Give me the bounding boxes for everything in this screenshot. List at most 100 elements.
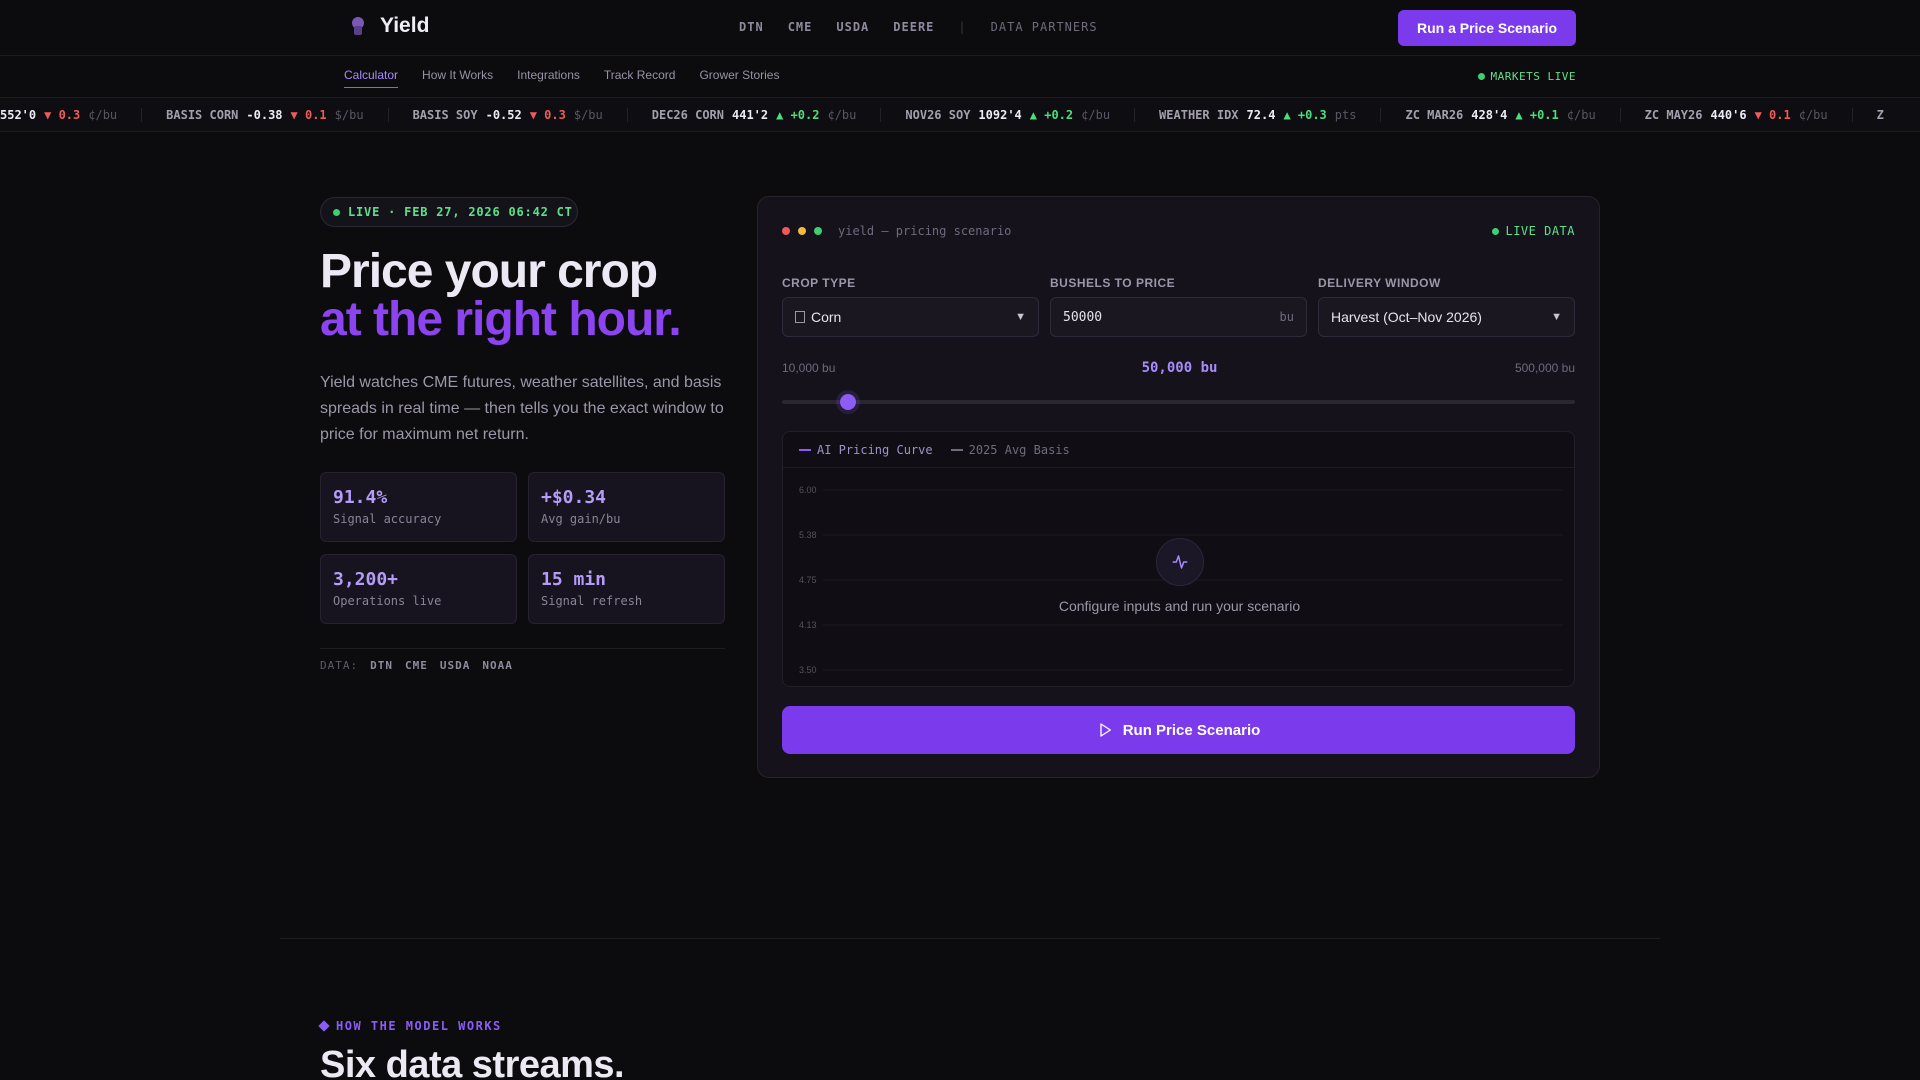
window-minimize-dot-icon xyxy=(798,227,806,235)
chart-legend: AI Pricing Curve 2025 Avg Basis xyxy=(783,432,1574,468)
ticker-change: ▼ 0.3 xyxy=(44,108,81,122)
ticker-symbol: DEC26 CORN xyxy=(651,108,724,122)
bushels-unit: bu xyxy=(1279,310,1294,324)
partner-link-dtn[interactable]: DTN xyxy=(739,20,764,34)
slider-value-label: 50,000 bu xyxy=(1141,360,1218,376)
ticker-symbol: BASIS SOY xyxy=(412,108,478,122)
crop-emoji-icon xyxy=(795,311,805,323)
ticker-unit: ¢/bu xyxy=(1081,108,1111,122)
ticker-unit: pts xyxy=(1334,108,1357,122)
run-price-scenario-button[interactable]: Run Price Scenario xyxy=(782,706,1575,754)
slider-max-label: 500,000 bu xyxy=(1514,361,1575,375)
legend-avg-basis-label: 2025 Avg Basis xyxy=(968,442,1070,457)
ticker-value: 428'4 xyxy=(1471,108,1508,122)
data-partners-link[interactable]: DATA PARTNERS xyxy=(991,20,1098,34)
partner-link-usda[interactable]: USDA xyxy=(836,20,869,34)
ticker-change: ▲ +0.3 xyxy=(1283,108,1327,122)
ticker-value: -0.52 xyxy=(485,108,522,122)
tab-grower-stories[interactable]: Grower Stories xyxy=(699,68,779,88)
hero-title-line2: at the right hour. xyxy=(320,293,682,346)
window-close-dot-icon xyxy=(782,227,790,235)
ticker-value: 441'2 xyxy=(732,108,769,122)
status-dot-icon xyxy=(1477,73,1485,80)
ticker-unit: ¢/bu xyxy=(88,108,118,122)
crop-type-label: CROP TYPE xyxy=(782,276,856,290)
data-sources-label: DATA: xyxy=(320,659,359,672)
ticker-change: ▲ +0.2 xyxy=(1029,108,1074,122)
y-tick-label: 4.13 xyxy=(799,620,817,630)
live-timestamp-badge: LIVE · FEB 27, 2026 06:42 CT xyxy=(320,197,578,227)
ticker-change: ▼ 0.3 xyxy=(529,108,566,122)
tab-integrations[interactable]: Integrations xyxy=(517,68,580,88)
pricing-scenario-card: yield — pricing scenario LIVE DATA CROP … xyxy=(757,196,1600,778)
y-tick-label: 3.50 xyxy=(799,665,817,675)
stat-value: +$0.34 xyxy=(541,487,607,508)
section-tag-label: HOW THE MODEL WORKS xyxy=(336,1019,502,1033)
ticker-unit: ¢/bu xyxy=(827,108,857,122)
data-source-usda: USDA xyxy=(439,659,471,672)
ticker-change: ▲ +0.2 xyxy=(776,108,820,122)
bushels-value: 50000 xyxy=(1063,309,1103,325)
brand-logo[interactable]: Yield xyxy=(348,14,429,38)
activity-pulse-icon xyxy=(1155,538,1204,586)
section-eyebrow: HOW THE MODEL WORKS xyxy=(318,1019,502,1033)
price-ticker: 552'0 ▼ 0.3 ¢/bu BASIS CORN -0.38 ▼ 0.1 $/bu BA… xyxy=(0,98,1920,132)
stat-card: 15 min Signal refresh xyxy=(528,554,725,624)
nav-separator: | xyxy=(958,20,967,34)
ticker-item: ZC MAR26 428'4 ▲ +0.1 ¢/bu xyxy=(1405,108,1621,122)
partner-link-cme[interactable]: CME xyxy=(788,20,813,34)
ticker-item: ZC MAY26 440'6 ▼ 0.1 ¢/bu xyxy=(1645,108,1853,122)
markets-live-label: MARKETS LIVE xyxy=(1490,70,1576,83)
stat-value: 3,200+ xyxy=(333,569,399,590)
ticker-value: 440'6 xyxy=(1710,108,1747,122)
ticker-item: DEC26 CORN 441'2 ▲ +0.2 ¢/bu xyxy=(652,108,882,122)
live-data-indicator: LIVE DATA xyxy=(1492,224,1575,238)
run-price-scenario-cta[interactable]: Run a Price Scenario xyxy=(1398,10,1576,46)
bushels-slider[interactable] xyxy=(782,394,1575,410)
partner-link-deere[interactable]: DEERE xyxy=(893,20,934,34)
run-button-label: Run Price Scenario xyxy=(1122,721,1261,739)
ticker-item: BASIS CORN -0.38 ▼ 0.1 $/bu xyxy=(166,108,389,122)
hero-title-line1: Price your crop xyxy=(320,245,658,298)
ticker-symbol: ZC MAY26 xyxy=(1644,108,1703,122)
ticker-change: ▼ 0.1 xyxy=(290,108,327,122)
bushels-label: BUSHELS TO PRICE xyxy=(1050,276,1176,290)
ticker-change: ▲ +0.1 xyxy=(1515,108,1559,122)
tab-how-it-works[interactable]: How It Works xyxy=(422,68,493,88)
sub-nav: Calculator How It Works Integrations Tra… xyxy=(0,56,1920,98)
pricing-chart: AI Pricing Curve 2025 Avg Basis 6.00 5.38… xyxy=(782,431,1575,687)
tab-calculator[interactable]: Calculator xyxy=(344,68,399,88)
hero-title: Price your crop at the right hour. xyxy=(320,245,682,346)
data-source-dtn: DTN xyxy=(370,659,393,672)
window-maximize-dot-icon xyxy=(814,227,822,235)
ticker-unit: $/bu xyxy=(573,108,603,122)
live-timestamp: LIVE · FEB 27, 2026 06:42 CT xyxy=(348,205,573,219)
ticker-symbol: WEATHER IDX xyxy=(1159,108,1239,122)
ticker-value: -0.38 xyxy=(246,108,283,122)
bushels-input[interactable]: 50000 bu xyxy=(1050,297,1307,337)
card-window-title: yield — pricing scenario xyxy=(838,224,1012,238)
ticker-item: WEATHER IDX 72.4 ▲ +0.3 pts xyxy=(1159,108,1382,122)
ticker-symbol: ZC MAR26 xyxy=(1405,108,1464,122)
empty-state-text: Configure inputs and run your scenario xyxy=(1058,598,1301,614)
section-divider xyxy=(280,938,1660,939)
stat-label: Operations live xyxy=(333,594,442,608)
stat-value: 91.4% xyxy=(333,487,388,508)
delivery-window-select[interactable]: Harvest (Oct–Nov 2026) ▼ xyxy=(1318,297,1575,337)
ticker-change: ▼ 0.1 xyxy=(1754,108,1791,122)
card-header: yield — pricing scenario LIVE DATA xyxy=(782,221,1575,241)
crop-type-select[interactable]: Corn ▼ xyxy=(782,297,1039,337)
top-nav: Yield DTN CME USDA DEERE | DATA PARTNERS… xyxy=(0,0,1920,56)
tab-track-record[interactable]: Track Record xyxy=(604,68,676,88)
ticker-value: 72.4 xyxy=(1246,108,1276,122)
hero-description: Yield watches CME futures, weather satel… xyxy=(320,374,724,443)
stat-value: 15 min xyxy=(541,569,607,590)
slider-thumb[interactable] xyxy=(840,394,857,410)
live-dot-icon xyxy=(333,208,340,216)
wheat-logo-icon xyxy=(348,16,368,36)
ticker-value: 1092'4 xyxy=(978,108,1022,122)
ticker-track: 552'0 ▼ 0.3 ¢/bu BASIS CORN -0.38 ▼ 0.1 $/bu BA… xyxy=(0,108,1920,122)
stat-card: 3,200+ Operations live xyxy=(320,554,517,624)
stats-grid: 91.4% Signal accuracy +$0.34 Avg gain/bu… xyxy=(320,472,725,624)
stat-label: Signal refresh xyxy=(541,594,643,608)
